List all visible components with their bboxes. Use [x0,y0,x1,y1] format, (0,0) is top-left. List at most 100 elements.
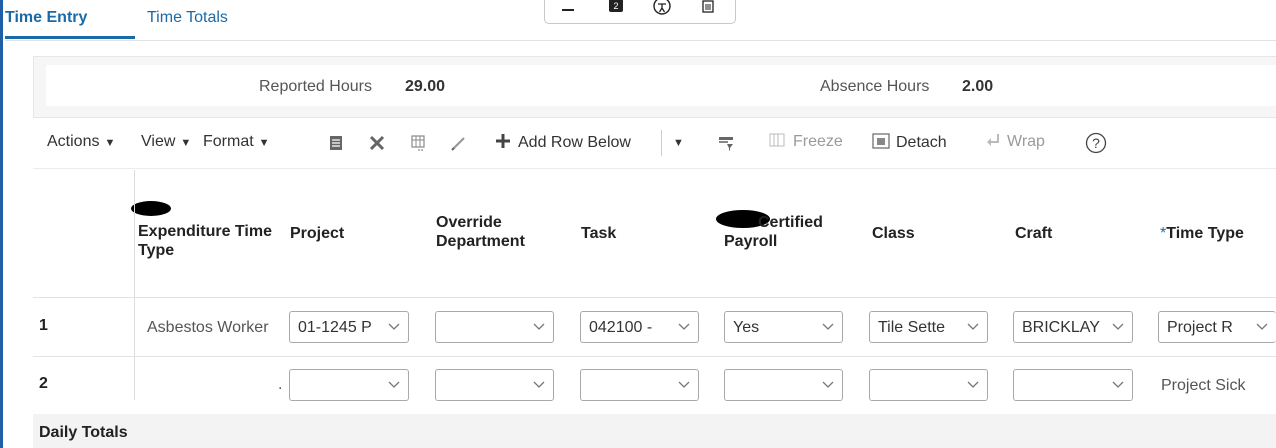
column-header-expenditure-time-type[interactable]: Expenditure Time Type [138,222,278,260]
chevron-down-icon [822,381,834,388]
add-row-dropdown-button[interactable]: ▼ [673,132,684,153]
freeze-label: Freeze [793,133,843,150]
chevron-down-icon [1256,323,1268,330]
freeze-button[interactable]: Freeze [769,132,843,152]
caret-down-icon: ▼ [104,137,116,149]
wrap-button[interactable]: Wrap [985,132,1045,152]
delete-row-icon[interactable] [368,134,386,152]
download-icon[interactable] [559,0,577,15]
delete-icon[interactable] [699,0,717,15]
view-menu-label: View [141,133,176,150]
row-number: 2 [39,375,48,392]
help-icon: ? [1085,132,1107,154]
edit-pen-icon[interactable] [450,134,468,152]
plus-icon [496,134,510,148]
svg-text:2: 2 [613,1,618,11]
row-divider [33,356,1276,357]
certified-payroll-select-value: Yes [733,319,760,336]
view-menu[interactable]: View ▼ [141,132,191,153]
class-select-value: Tile Sette [878,319,945,336]
column-header-craft[interactable]: Craft [1015,224,1052,243]
wrap-label: Wrap [1007,133,1045,150]
task-select[interactable] [580,369,699,401]
chevron-down-icon [822,323,834,330]
override-department-select[interactable] [435,311,554,343]
project-select-value: 01-1245 P [298,319,372,336]
query-by-example-icon[interactable] [717,134,735,152]
wrap-icon [987,134,999,146]
column-header-certified-payroll[interactable]: Certified Payroll [724,213,844,251]
chevron-down-icon [1112,381,1124,388]
tab-time-entry[interactable]: Time Entry [5,8,87,28]
chevron-down-icon [678,381,690,388]
toolbar-divider [33,168,1276,169]
caret-down-icon: ▼ [180,137,192,149]
daily-totals-row: Daily Totals [33,414,1276,448]
column-header-class[interactable]: Class [872,224,915,243]
column-header-time-type[interactable]: *Time Type [1160,224,1244,243]
column-header-task[interactable]: Task [581,224,616,243]
toolbar-separator [661,130,662,156]
actions-menu-label: Actions [47,133,100,150]
details-icon[interactable] [327,134,345,152]
tab-time-totals[interactable]: Time Totals [147,8,228,28]
task-select-value: 042100 - [589,319,653,336]
certified-payroll-select[interactable] [724,369,843,401]
certified-payroll-select[interactable]: Yes [724,311,843,343]
format-menu-label: Format [203,133,254,150]
row-number: 1 [39,317,48,334]
daily-totals-label: Daily Totals [39,424,128,441]
override-department-select[interactable] [435,369,554,401]
header-row-divider [33,297,1276,298]
chevron-down-icon [678,323,690,330]
chevron-down-icon [967,323,979,330]
chevron-down-icon [533,323,545,330]
add-row-below-label: Add Row Below [518,134,631,151]
project-select[interactable] [289,369,409,401]
window-edge [0,0,3,448]
absence-hours-label: Absence Hours [820,78,930,95]
actions-menu[interactable]: Actions ▼ [47,132,115,153]
redaction-mark [131,201,171,216]
reported-hours-label: Reported Hours [259,78,372,95]
column-header-time-type-label: Time Type [1166,225,1244,242]
chevron-down-icon [967,381,979,388]
time-type-select[interactable]: Project R [1158,311,1276,343]
time-type-select-value: Project R [1167,319,1233,336]
chevron-down-icon [533,381,545,388]
craft-select[interactable] [1013,369,1133,401]
chevron-down-icon [388,323,400,330]
chevron-down-icon [388,381,400,388]
time-type-cell[interactable]: Project Sick [1161,377,1245,395]
class-select[interactable]: Tile Sette [869,311,988,343]
add-row-below-button[interactable]: Add Row Below [494,132,631,153]
split-cell-icon[interactable] [410,134,428,152]
expenditure-time-type-cell[interactable]: . [278,376,282,394]
help-button[interactable]: ? [1085,132,1107,155]
reported-hours-value: 29.00 [405,78,446,95]
class-select[interactable] [869,369,988,401]
expenditure-time-type-cell[interactable]: Asbestos Worker [147,319,284,337]
craft-select[interactable]: BRICKLAY [1013,311,1133,343]
active-tab-indicator [5,36,135,39]
detach-button[interactable]: Detach [872,132,947,153]
hours-summary-panel: Reported Hours 29.00 Absence Hours 2.00 [33,56,1276,118]
caret-down-icon: ▼ [258,137,270,149]
task-select[interactable]: 042100 - [580,311,699,343]
column-header-override-department[interactable]: Override Department [436,213,556,251]
detach-icon [872,133,890,149]
svg-text:?: ? [1092,135,1100,151]
freeze-icon [769,133,785,147]
floating-toolbar: 2 [544,0,736,24]
chevron-down-icon [1112,323,1124,330]
column-header-project[interactable]: Project [290,224,344,243]
project-select[interactable]: 01-1245 P [289,311,409,343]
craft-select-value: BRICKLAY [1022,319,1100,336]
hours-summary-inner: Reported Hours 29.00 Absence Hours 2.00 [46,65,1276,106]
format-menu[interactable]: Format ▼ [203,132,270,153]
notes-icon[interactable]: 2 [607,0,625,15]
column-divider [134,170,135,400]
detach-label: Detach [896,134,947,151]
absence-hours-value: 2.00 [962,78,994,95]
accessibility-icon[interactable] [653,0,671,15]
